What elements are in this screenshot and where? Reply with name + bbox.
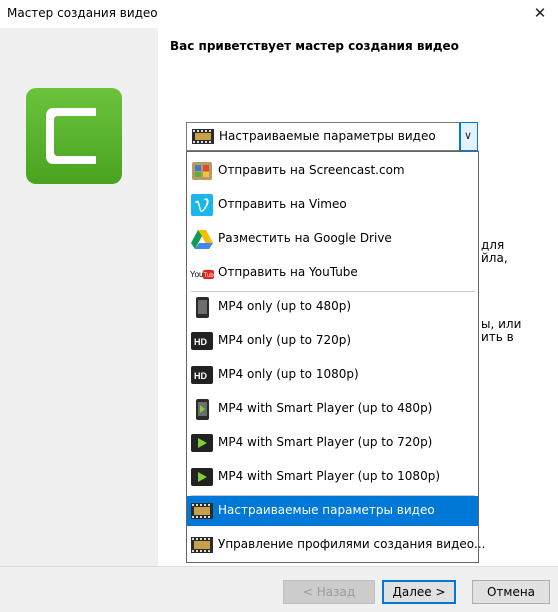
list-item-label: Настраиваемые параметры видео	[218, 503, 435, 517]
title-bar: Мастер создания видео ✕	[0, 0, 558, 28]
phone-play-icon	[196, 399, 209, 420]
list-item-label: MP4 only (up to 480p)	[218, 299, 352, 313]
list-item[interactable]: You Tube Отправить на YouTube	[187, 258, 478, 288]
phone-icon	[196, 297, 209, 318]
profile-combobox[interactable]: Настраиваемые параметры видео ∨	[186, 122, 478, 151]
hd-icon: HD	[191, 366, 213, 384]
list-item[interactable]: MP4 with Smart Player (up to 720p)	[187, 428, 478, 458]
play-icon	[191, 468, 213, 486]
google-drive-icon	[191, 230, 213, 249]
cancel-button[interactable]: Отмена	[472, 580, 550, 604]
list-item[interactable]: MP4 only (up to 480p)	[187, 292, 478, 322]
youtube-icon: You Tube	[190, 270, 215, 279]
list-item-label: MP4 with Smart Player (up to 480p)	[218, 401, 433, 415]
list-item[interactable]: Отправить на Vimeo	[187, 190, 478, 220]
list-item[interactable]: Управление профилями создания видео...	[187, 530, 486, 560]
svg-text:Tube: Tube	[204, 273, 215, 279]
profile-dropdown-list[interactable]: Отправить на Screencast.com Отправить на…	[186, 151, 486, 563]
svg-text:HD: HD	[194, 371, 207, 381]
list-item[interactable]: MP4 with Smart Player (up to 480p)	[187, 394, 478, 424]
next-button[interactable]: Далее >	[382, 580, 456, 604]
list-item-label: Разместить на Google Drive	[218, 231, 392, 245]
list-item-label: Отправить на Screencast.com	[218, 163, 405, 177]
background-text: йла,	[481, 251, 508, 265]
page-heading: Вас приветствует мастер создания видео	[170, 39, 459, 53]
list-item-label: Отправить на Vimeo	[218, 197, 347, 211]
vimeo-icon	[191, 194, 213, 216]
list-item[interactable]: HD MP4 only (up to 1080p)	[187, 360, 478, 390]
background-text: ить в	[481, 330, 514, 344]
camtasia-logo-icon	[26, 88, 122, 184]
dropdown-arrow-button[interactable]: ∨	[459, 122, 478, 151]
combo-selected-text: Настраиваемые параметры видео	[219, 129, 436, 143]
chevron-down-icon: ∨	[464, 129, 473, 142]
list-item-label: MP4 with Smart Player (up to 1080p)	[218, 469, 440, 483]
list-item[interactable]: Разместить на Google Drive	[187, 224, 478, 254]
film-strip-icon	[191, 537, 213, 553]
svg-text:You: You	[190, 270, 204, 279]
screencast-icon	[192, 162, 212, 180]
back-button[interactable]: < Назад	[283, 580, 375, 604]
list-item-label: Отправить на YouTube	[218, 265, 358, 279]
list-item[interactable]: Отправить на Screencast.com	[187, 156, 478, 186]
list-item-label: MP4 with Smart Player (up to 720p)	[218, 435, 433, 449]
window-title: Мастер создания видео	[7, 6, 158, 20]
list-item-label: MP4 only (up to 720p)	[218, 333, 352, 347]
hd-icon: HD	[191, 332, 213, 350]
svg-text:HD: HD	[194, 337, 207, 347]
list-item-label: MP4 only (up to 1080p)	[218, 367, 359, 381]
list-item-selected[interactable]: Настраиваемые параметры видео	[187, 496, 478, 526]
footer: < Назад Далее > Отмена	[0, 567, 558, 612]
background-text: для	[481, 238, 505, 252]
list-item[interactable]: HD MP4 only (up to 720p)	[187, 326, 478, 356]
list-item-label: Управление профилями создания видео...	[218, 537, 486, 551]
play-icon	[191, 434, 213, 452]
list-item[interactable]: MP4 with Smart Player (up to 1080p)	[187, 462, 478, 492]
close-icon[interactable]: ✕	[522, 0, 558, 28]
film-strip-icon	[191, 503, 213, 519]
background-text: ы, или	[481, 317, 522, 331]
film-strip-icon	[192, 129, 214, 144]
left-pane	[0, 28, 158, 568]
